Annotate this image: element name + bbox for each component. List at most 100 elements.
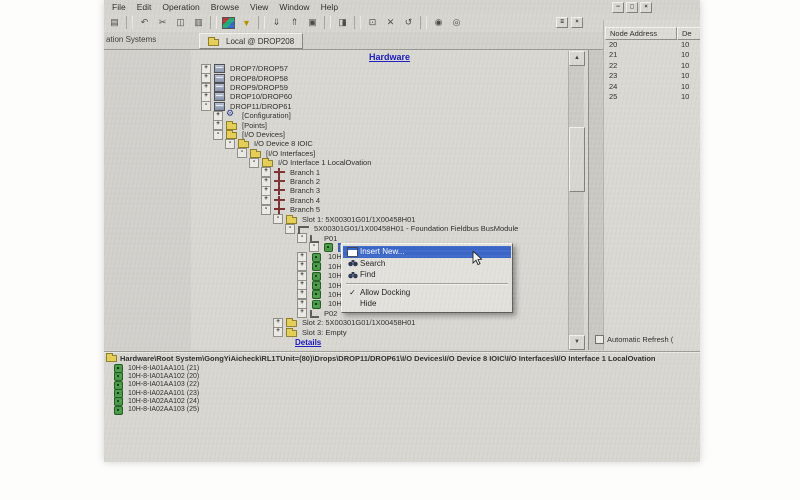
systems-tree-label[interactable]: ation Systems xyxy=(106,35,156,44)
menu-bar: File Edit Operation Browse View Window Help xyxy=(104,0,700,13)
refresh-icon[interactable]: ↺ xyxy=(400,15,417,31)
menu-edit[interactable]: Edit xyxy=(137,2,152,12)
print-icon[interactable]: ▤ xyxy=(106,15,123,31)
tree-node[interactable]: - Branch 5 xyxy=(191,205,588,214)
clipboard-icon[interactable]: ▣ xyxy=(304,15,321,31)
collapse-icon[interactable]: - xyxy=(309,242,319,252)
collapse-icon[interactable]: - xyxy=(285,224,295,234)
tree-node[interactable]: +DROP8/DROP58 xyxy=(191,73,588,82)
tab-local-drop208[interactable]: Local @ DROP208 xyxy=(199,33,303,49)
tree-node[interactable]: +Slot 2: 5X00301G01/1X00458H01 xyxy=(191,318,588,327)
tree-node[interactable]: +DROP7/DROP57 xyxy=(191,64,588,73)
collapse-icon[interactable]: - xyxy=(237,148,247,158)
table-row[interactable]: 2110 xyxy=(605,50,700,60)
tree-node-label: Branch 5 xyxy=(288,205,322,214)
tree-node[interactable]: +Branch 4 xyxy=(191,196,588,205)
search-icon[interactable]: ◎ xyxy=(448,15,465,31)
tree-node[interactable]: -Slot 1: 5X00301G01/1X00458H01 xyxy=(191,215,588,224)
expand-icon[interactable]: + xyxy=(273,327,283,337)
device-icon xyxy=(312,272,321,281)
details-link[interactable]: Details xyxy=(295,338,331,347)
list-item[interactable]: 10H-8-IA01AA101 (21) xyxy=(112,364,199,372)
cut-icon[interactable]: ✂ xyxy=(154,15,171,31)
tree-node[interactable]: +Slot 3: Empty xyxy=(191,327,588,336)
tree-node-label: P01 xyxy=(322,234,339,243)
table-row[interactable]: 2310 xyxy=(605,71,700,81)
tree-node[interactable]: - P01 xyxy=(191,233,588,242)
expand-icon[interactable]: + xyxy=(297,308,307,318)
list-item[interactable]: 10H-8-IA02AA102 (24) xyxy=(112,397,199,405)
menu-file[interactable]: File xyxy=(112,2,126,12)
list-item[interactable]: 10H-8-IA01AA102 (20) xyxy=(112,372,199,380)
tree-node[interactable]: -[I/O Interfaces] xyxy=(191,149,588,158)
camera-icon[interactable]: ◨ xyxy=(334,15,351,31)
tree-node[interactable]: +Branch 1 xyxy=(191,167,588,176)
scroll-down-button[interactable]: ▼ xyxy=(569,335,585,350)
menu-operation[interactable]: Operation xyxy=(162,2,199,12)
menu-window[interactable]: Window xyxy=(279,2,309,12)
toolbar-window-buttons: ≡× xyxy=(556,17,583,28)
context-menu-item-allow-docking[interactable]: ✓Allow Docking xyxy=(343,287,511,299)
tree-node[interactable]: -[I/O Devices] xyxy=(191,130,588,139)
tree-node[interactable]: +DROP9/DROP59 xyxy=(191,83,588,92)
minimize-icon[interactable]: – xyxy=(612,2,624,13)
copy-icon[interactable]: ◫ xyxy=(172,15,189,31)
column-header-device[interactable]: De xyxy=(677,27,700,40)
list-item[interactable]: 10H-8-IA02AA103 (25) xyxy=(112,405,199,413)
delete-icon[interactable]: ✕ xyxy=(382,15,399,31)
vertical-scrollbar[interactable]: ▲ ▼ xyxy=(568,51,584,350)
open-icon[interactable]: ⇓ xyxy=(268,15,285,31)
folder-icon xyxy=(286,320,297,327)
tree-node[interactable]: -DROP11/DROP61 xyxy=(191,102,588,111)
tree-node-label: DROP7/DROP57 xyxy=(228,64,290,73)
collapse-icon[interactable]: - xyxy=(249,158,259,168)
menu-view[interactable]: View xyxy=(250,2,268,12)
tree-node-label: DROP10/DROP60 xyxy=(228,92,294,101)
tree-node[interactable]: +Branch 2 xyxy=(191,177,588,186)
collapse-icon[interactable]: - xyxy=(261,205,271,215)
context-menu-item-hide[interactable]: Hide xyxy=(343,298,511,310)
menu-help[interactable]: Help xyxy=(321,2,338,12)
tree-node[interactable]: -I/O Device 8 IOIC xyxy=(191,139,588,148)
filter-icon[interactable]: ▼ xyxy=(238,15,255,31)
device-cell: 10 xyxy=(677,61,700,71)
close-icon[interactable]: × xyxy=(640,2,652,13)
drop-icon xyxy=(214,74,225,83)
tree-node[interactable]: +DROP10/DROP60 xyxy=(191,92,588,101)
table-row[interactable]: 2410 xyxy=(605,82,700,92)
maximize-icon[interactable]: □ xyxy=(626,2,638,13)
scrollbar-thumb[interactable] xyxy=(569,127,585,192)
collapse-icon[interactable]: - xyxy=(201,101,211,111)
scroll-up-button[interactable]: ▲ xyxy=(569,51,585,66)
load-icon[interactable]: ⇑ xyxy=(286,15,303,31)
tree-node[interactable]: +Branch 3 xyxy=(191,186,588,195)
device-cell: 10 xyxy=(677,40,700,50)
collapse-icon[interactable]: - xyxy=(297,233,307,243)
table-row[interactable]: 2010 xyxy=(605,40,700,50)
context-menu-item-find[interactable]: Find xyxy=(343,269,511,281)
tree-node[interactable]: +[Configuration] xyxy=(191,111,588,120)
column-header-node-address[interactable]: Node Address xyxy=(605,27,677,40)
context-menu-item-insert-new[interactable]: Insert New... xyxy=(343,246,511,258)
tree-node[interactable]: -5X00301G01/1X00458H01 - Foundation Fiel… xyxy=(191,224,588,233)
undo-icon[interactable]: ↶ xyxy=(136,15,153,31)
context-menu-item-search[interactable]: Search xyxy=(343,258,511,270)
collapse-icon[interactable]: - xyxy=(225,139,235,149)
collapse-icon[interactable]: - xyxy=(273,214,283,224)
automatic-refresh-checkbox[interactable] xyxy=(595,335,604,344)
paste-icon[interactable]: ▥ xyxy=(190,15,207,31)
list-item[interactable]: 10H-8-IA02AA101 (23) xyxy=(112,389,199,397)
tree-node[interactable]: +[Points] xyxy=(191,120,588,129)
table-row[interactable]: 2510 xyxy=(605,92,700,102)
select-icon[interactable]: ⊡ xyxy=(364,15,381,31)
find-icon[interactable]: ◉ xyxy=(430,15,447,31)
list-item[interactable]: 10H-8-IA01AA103 (22) xyxy=(112,381,199,389)
menu-browse[interactable]: Browse xyxy=(211,2,239,12)
table-row[interactable]: 2210 xyxy=(605,61,700,71)
collapse-icon[interactable]: - xyxy=(213,130,223,140)
panel-close-icon[interactable]: × xyxy=(571,17,583,28)
panel-menu-icon[interactable]: ≡ xyxy=(556,17,568,28)
tree-node[interactable]: -I/O Interface 1 LocalOvation xyxy=(191,158,588,167)
color-legend-icon[interactable] xyxy=(222,17,235,29)
toolbar-separator xyxy=(258,16,265,29)
